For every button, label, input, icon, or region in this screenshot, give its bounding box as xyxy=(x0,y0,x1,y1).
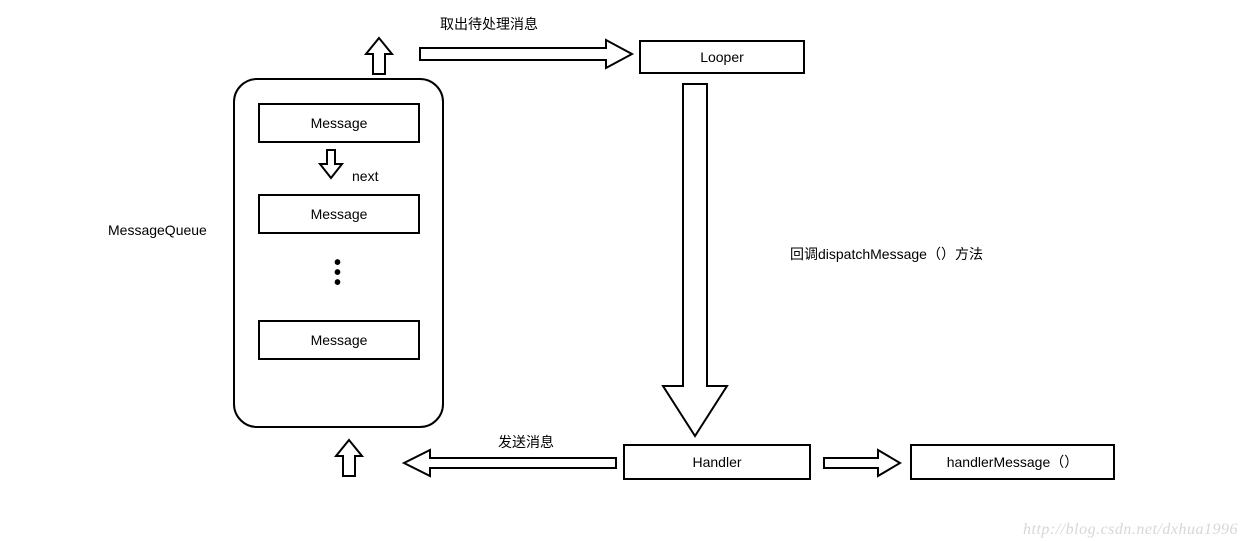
watermark-text: http://blog.csdn.net/dxhua1996 xyxy=(1023,521,1238,539)
arrow-down-dispatch-icon xyxy=(655,80,735,442)
handler-box: Handler xyxy=(623,444,811,480)
diagram-canvas: MessageQueue Message next Message ••• Me… xyxy=(0,0,1250,541)
message-box-2-text: Message xyxy=(311,206,368,222)
message-box-3: Message xyxy=(258,320,420,360)
arrow-up-into-queue-icon xyxy=(332,438,366,480)
arrow-right-to-looper-icon xyxy=(416,36,636,72)
message-box-3-text: Message xyxy=(311,332,368,348)
ellipsis-dots: ••• xyxy=(334,258,341,288)
arrow-right-to-handlermessage-icon xyxy=(820,448,904,478)
label-next: next xyxy=(352,168,378,184)
looper-box: Looper xyxy=(639,40,805,74)
label-message-queue: MessageQueue xyxy=(108,222,207,238)
handler-box-text: Handler xyxy=(692,454,741,470)
arrow-down-next-icon xyxy=(316,148,346,188)
message-box-1-text: Message xyxy=(311,115,368,131)
message-box-2: Message xyxy=(258,194,420,234)
looper-box-text: Looper xyxy=(700,49,744,65)
handler-message-box: handlerMessage（） xyxy=(910,444,1115,480)
message-box-1: Message xyxy=(258,103,420,143)
label-dispatch: 回调dispatchMessage（）方法 xyxy=(790,244,983,264)
label-take-message: 取出待处理消息 xyxy=(440,14,538,34)
handler-message-box-text: handlerMessage（） xyxy=(947,452,1079,472)
arrow-left-send-icon xyxy=(400,448,620,478)
arrow-up-out-icon xyxy=(362,36,396,78)
